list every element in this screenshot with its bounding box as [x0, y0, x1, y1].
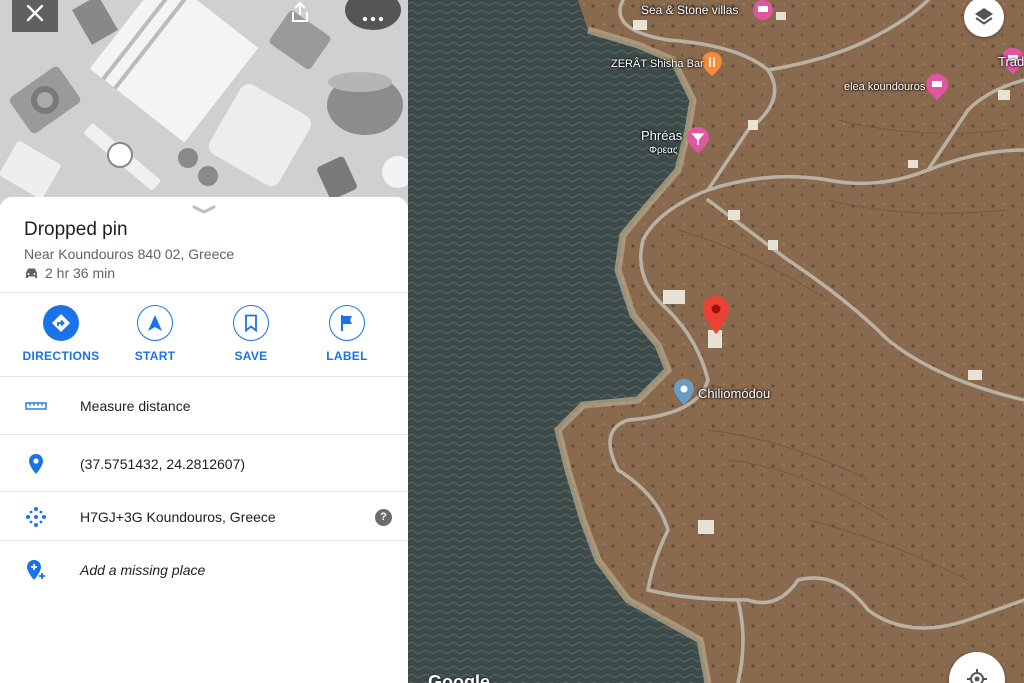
- place-title: Dropped pin: [24, 219, 128, 240]
- poi-label-sea-stone[interactable]: Sea & Stone villas: [641, 3, 738, 17]
- save-label: SAVE: [234, 349, 268, 363]
- ruler-icon-wrap: [22, 392, 50, 420]
- hotel-poi-icon[interactable]: [753, 0, 773, 25]
- satellite-map[interactable]: Sea & Stone villas ZERÂT Shisha Bar Phré…: [408, 0, 1024, 683]
- poi-label-phreas-greek: Φρεας: [649, 145, 678, 156]
- drag-handle[interactable]: [192, 202, 216, 214]
- plus-code-row[interactable]: H7GJ+3G Koundouros, Greece ?: [0, 489, 408, 545]
- illustration-graphic: [0, 0, 408, 205]
- landmark-poi-icon[interactable]: [674, 379, 694, 410]
- directions-icon: [52, 314, 70, 332]
- directions-label: DIRECTIONS: [22, 349, 100, 363]
- add-missing-place-text: Add a missing place: [80, 562, 206, 578]
- travel-time-text: 2 hr 36 min: [45, 265, 116, 281]
- save-circle: [233, 305, 269, 341]
- label-label: LABEL: [326, 349, 368, 363]
- divider: [0, 434, 408, 435]
- save-button[interactable]: SAVE: [206, 305, 296, 363]
- label-button[interactable]: LABEL: [302, 305, 392, 363]
- help-icon[interactable]: ?: [375, 508, 392, 526]
- plus-code-icon-wrap: [22, 503, 50, 531]
- directions-circle: [43, 305, 79, 341]
- place-panel: Dropped pin Near Koundouros 840 02, Gree…: [0, 0, 408, 683]
- restaurant-poi-icon[interactable]: [702, 52, 722, 81]
- measure-distance-text: Measure distance: [80, 398, 191, 414]
- add-location-icon-wrap: [22, 556, 50, 584]
- poi-label-elea[interactable]: elea koundouros: [844, 81, 925, 93]
- plus-code-icon: [26, 507, 46, 527]
- location-pin-icon: [29, 454, 43, 474]
- chevron-down-icon: [192, 205, 216, 214]
- bookmark-icon: [245, 314, 257, 332]
- place-address: Near Koundouros 840 02, Greece: [24, 246, 235, 262]
- add-missing-place-row[interactable]: Add a missing place: [0, 542, 408, 598]
- dropped-pin-marker[interactable]: [703, 296, 729, 339]
- divider: [0, 376, 408, 377]
- bar-poi-icon[interactable]: [687, 127, 709, 158]
- more-icon: [362, 16, 384, 22]
- start-label: START: [134, 349, 176, 363]
- location-pin-icon-wrap: [22, 450, 50, 478]
- divider: [0, 292, 408, 293]
- measure-distance-row[interactable]: Measure distance: [0, 378, 408, 434]
- poi-label-phreas[interactable]: Phréas: [641, 128, 682, 143]
- google-logo: Google: [428, 672, 490, 683]
- close-icon: [26, 4, 44, 22]
- hotel-poi-icon[interactable]: [926, 74, 948, 105]
- action-bar: DIRECTIONS START SAVE LABEL: [0, 305, 408, 377]
- my-location-icon: [967, 669, 987, 683]
- start-circle: [137, 305, 173, 341]
- layers-icon: [975, 8, 993, 25]
- navigation-arrow-icon: [148, 315, 162, 331]
- add-location-icon: [27, 560, 45, 580]
- travel-time: 2 hr 36 min: [24, 265, 115, 281]
- divider: [0, 540, 408, 541]
- start-button[interactable]: START: [110, 305, 200, 363]
- place-card: Dropped pin Near Koundouros 840 02, Gree…: [0, 197, 408, 683]
- share-button[interactable]: [283, 0, 317, 26]
- car-icon: [26, 268, 37, 278]
- header-illustration: [0, 0, 408, 205]
- poi-label-chiliomodou[interactable]: Chiliomódou: [698, 386, 770, 401]
- coordinates-row[interactable]: (37.5751432, 24.2812607): [0, 436, 408, 492]
- label-circle: [329, 305, 365, 341]
- ruler-icon: [25, 402, 47, 410]
- directions-button[interactable]: DIRECTIONS: [16, 305, 106, 363]
- plus-code-text: H7GJ+3G Koundouros, Greece: [80, 509, 276, 525]
- poi-label-trad[interactable]: Trad: [998, 54, 1024, 69]
- close-button[interactable]: [12, 0, 58, 32]
- poi-label-zerat[interactable]: ZERÂT Shisha Bar: [611, 58, 704, 70]
- flag-icon: [341, 315, 352, 331]
- share-icon: [292, 1, 308, 22]
- coordinates-text: (37.5751432, 24.2812607): [80, 456, 246, 472]
